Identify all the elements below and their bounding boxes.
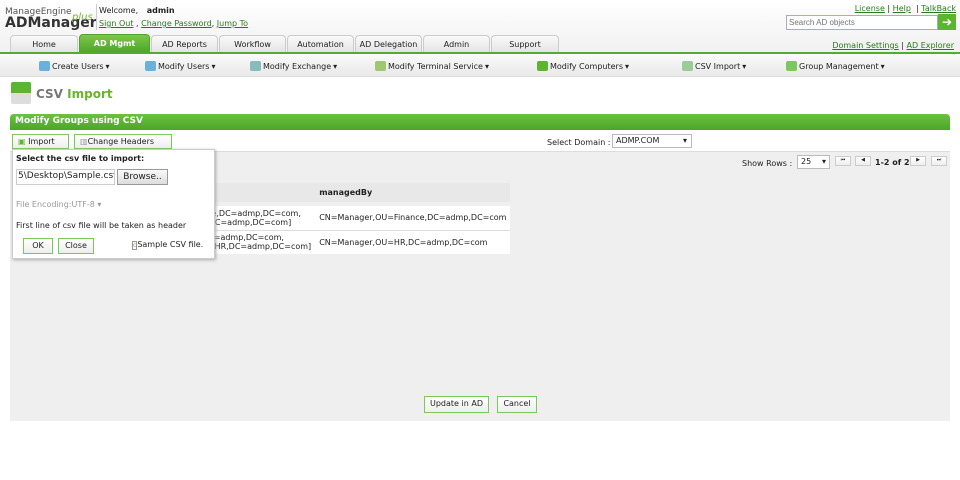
tab-home[interactable]: Home: [10, 35, 78, 52]
domain-settings-link[interactable]: Domain Settings: [832, 41, 898, 50]
page-title: CSV Import: [36, 87, 113, 101]
import-popup: Select the csv file to import: 5\Desktop…: [12, 149, 215, 259]
logo-suffix: plus: [72, 12, 93, 23]
first-page-button[interactable]: ⏮: [835, 156, 851, 166]
tab-workflow[interactable]: Workflow: [219, 35, 286, 52]
file-path-input[interactable]: 5\Desktop\Sample.csv: [16, 169, 115, 185]
browse-button[interactable]: Browse..: [117, 169, 168, 185]
tab-underline: [0, 52, 960, 54]
cancel-button[interactable]: Cancel: [497, 396, 537, 413]
popup-label: Select the csv file to import:: [16, 154, 145, 163]
sample-csv-link[interactable]: cSample CSV file.: [132, 240, 203, 250]
next-page-button[interactable]: ▶: [910, 156, 926, 166]
tab-automation[interactable]: Automation: [287, 35, 354, 52]
tab-ad-delegation[interactable]: AD Delegation: [355, 35, 422, 52]
terminal-icon: [375, 61, 386, 71]
prev-page-button[interactable]: ◀: [855, 156, 871, 166]
change-headers-button[interactable]: ▥Change Headers: [74, 134, 172, 149]
domain-select[interactable]: ADMP.COM ▾: [612, 134, 692, 148]
edit-headers-icon: ▥: [80, 137, 88, 146]
menu-csv-import[interactable]: CSV Import ▾: [682, 61, 746, 71]
help-link[interactable]: Help: [893, 4, 911, 13]
menu-modify-terminal-service[interactable]: Modify Terminal Service ▾: [375, 61, 489, 71]
file-encoding-select[interactable]: File Encoding:UTF-8 ▾: [16, 200, 101, 209]
update-in-ad-button[interactable]: Update in AD: [424, 396, 489, 413]
welcome-text: Welcome, admin: [99, 6, 175, 15]
divider: [96, 4, 97, 30]
computer-icon: [537, 61, 548, 71]
license-link[interactable]: License: [855, 4, 885, 13]
select-domain-label: Select Domain :: [547, 138, 611, 147]
menu-group-management[interactable]: Group Management ▾: [786, 61, 885, 71]
search-go-icon[interactable]: ➔: [938, 14, 956, 30]
ok-button[interactable]: OK: [23, 238, 53, 254]
close-button[interactable]: Close: [58, 238, 94, 254]
tab-support[interactable]: Support: [491, 35, 559, 52]
menu-modify-users[interactable]: Modify Users ▾: [145, 61, 215, 71]
show-rows-label: Show Rows :: [742, 159, 793, 168]
csv-icon: [682, 61, 693, 71]
header-note: First line of csv file will be taken as …: [16, 221, 187, 230]
ad-explorer-link[interactable]: AD Explorer: [907, 41, 954, 50]
tab-ad-reports[interactable]: AD Reports: [151, 35, 218, 52]
talkback-link[interactable]: TalkBack: [921, 4, 956, 13]
column-managedby: managedBy: [319, 188, 373, 197]
users-icon: [39, 61, 50, 71]
users-edit-icon: [145, 61, 156, 71]
tab-ad-mgmt[interactable]: AD Mgmt: [79, 34, 150, 53]
sign-out-link[interactable]: Sign Out: [99, 19, 134, 28]
import-button[interactable]: ▣ Import: [12, 134, 69, 149]
change-password-link[interactable]: Change Password: [141, 19, 212, 28]
menu-modify-computers[interactable]: Modify Computers ▾: [537, 61, 629, 71]
rows-select[interactable]: 25 ▾: [797, 155, 830, 169]
tab-admin[interactable]: Admin: [423, 35, 490, 52]
jump-to-link[interactable]: Jump To: [217, 19, 248, 28]
panel-title: Modify Groups using CSV: [10, 114, 950, 130]
search-input[interactable]: [786, 15, 938, 30]
menu-modify-exchange[interactable]: Modify Exchange ▾: [250, 61, 337, 71]
pagination-info: 1-2 of 2: [875, 158, 910, 167]
csv-import-page-icon: [11, 82, 31, 104]
group-icon: [786, 61, 797, 71]
last-page-button[interactable]: ⏭: [931, 156, 947, 166]
import-icon: ▣: [18, 137, 26, 146]
exchange-icon: [250, 61, 261, 71]
menu-create-users[interactable]: Create Users ▾: [39, 61, 110, 71]
